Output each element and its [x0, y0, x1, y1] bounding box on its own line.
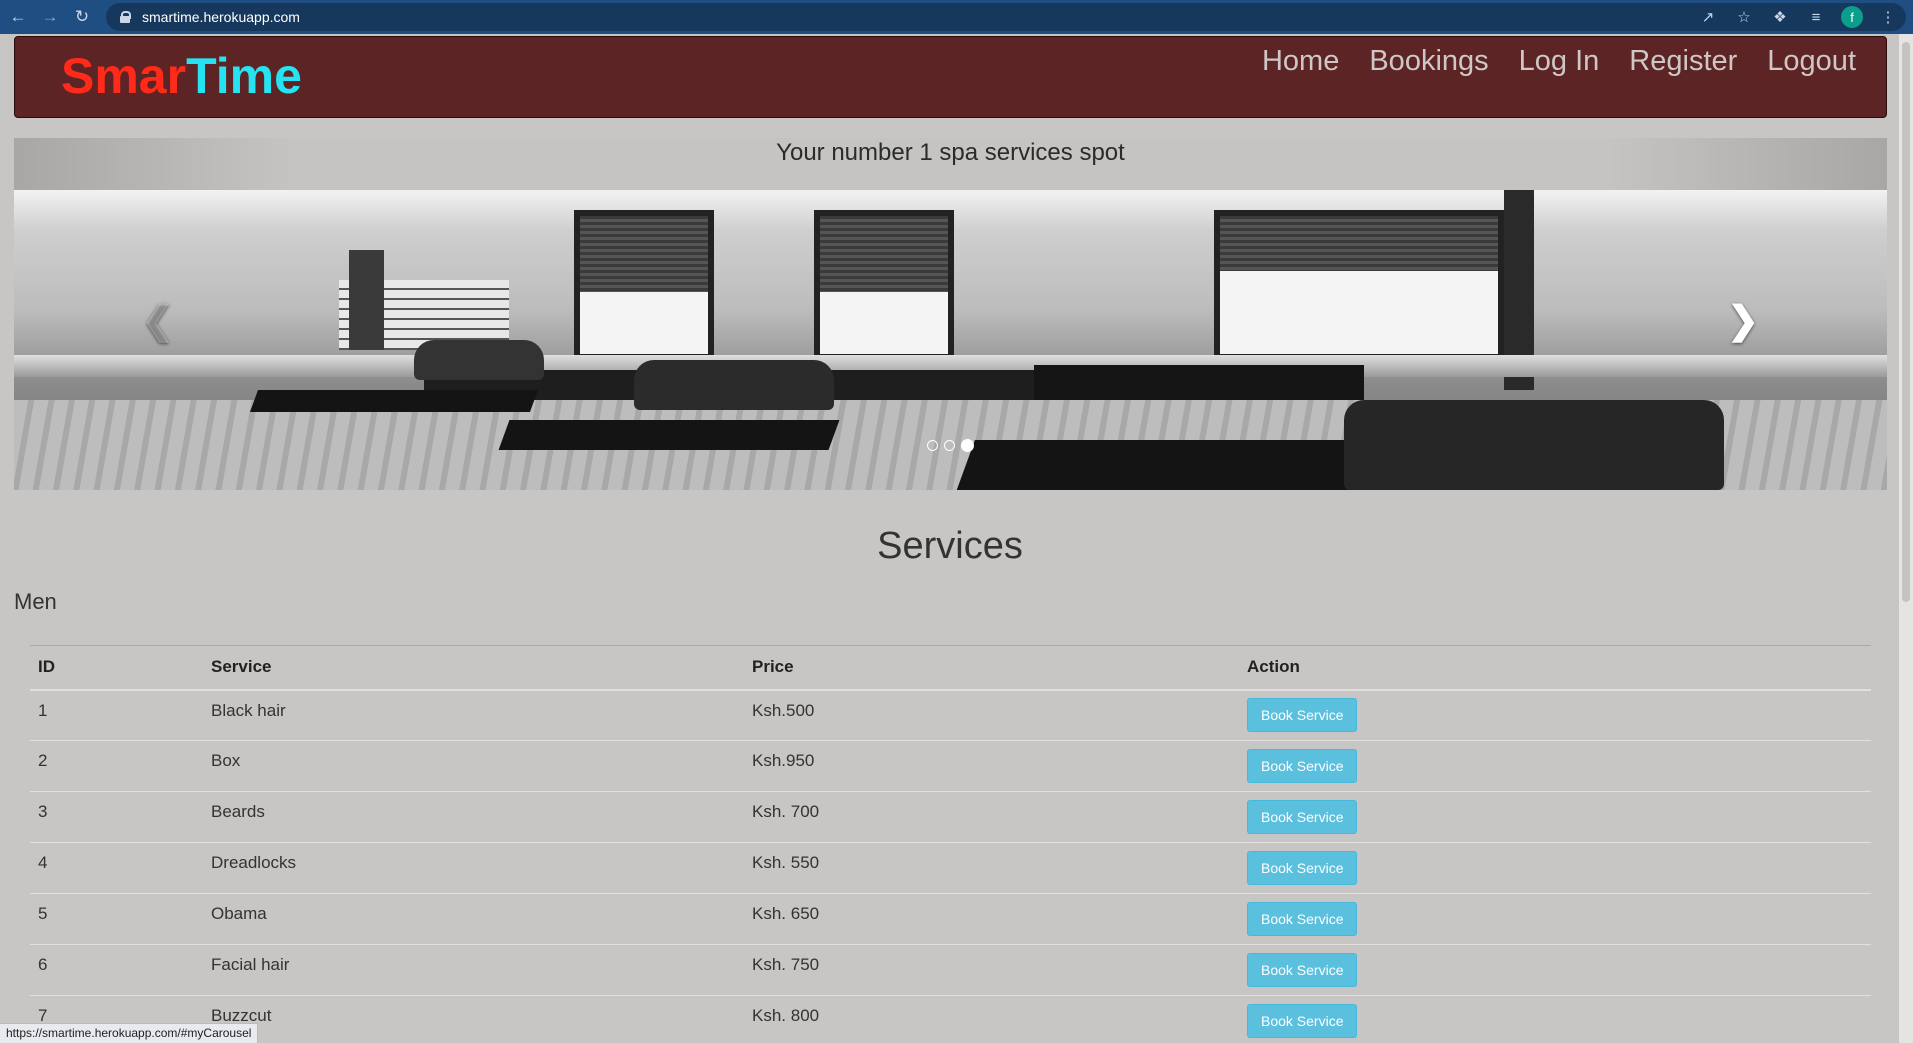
cell-service: Box [203, 740, 744, 792]
slide-chair [414, 340, 544, 380]
table-row: 5 Obama Ksh. 650 Book Service [30, 893, 1871, 945]
nav-link-bookings[interactable]: Bookings [1369, 45, 1488, 78]
carousel-prev-icon[interactable]: ❮ [142, 298, 174, 343]
address-url[interactable]: smartime.herokuapp.com [142, 9, 300, 25]
book-service-button[interactable]: Book Service [1247, 800, 1358, 834]
carousel-indicators [14, 439, 1887, 452]
lock-icon [120, 11, 131, 23]
brand-logo[interactable]: SmarTime [61, 47, 302, 105]
cell-price: Ksh.950 [744, 740, 1239, 792]
category-heading-men: Men [14, 589, 57, 614]
cell-action: Book Service [1239, 842, 1871, 894]
cell-action: Book Service [1239, 740, 1871, 792]
site-navbar: SmarTime Home Bookings Log In Register L… [14, 36, 1887, 118]
more-menu-icon[interactable]: ⋮ [1877, 6, 1899, 28]
nav-link-logout[interactable]: Logout [1767, 45, 1856, 78]
table-row: 6 Facial hair Ksh. 750 Book Service [30, 944, 1871, 996]
table-row: 4 Dreadlocks Ksh. 550 Book Service [30, 842, 1871, 894]
services-table: ID Service Price Action 1 Black hair Ksh… [30, 645, 1871, 1043]
slide-mat [249, 390, 539, 412]
brand-part-time: Time [186, 48, 302, 104]
cell-price: Ksh.500 [744, 689, 1239, 741]
book-service-button[interactable]: Book Service [1247, 851, 1358, 885]
carousel-caption-text: Your number 1 spa services spot [776, 139, 1125, 166]
cell-action: Book Service [1239, 893, 1871, 945]
slide-window [1214, 210, 1504, 360]
cell-id: 3 [30, 791, 203, 843]
book-service-button[interactable]: Book Service [1247, 698, 1358, 733]
cell-id: 6 [30, 944, 203, 996]
table-row: 3 Beards Ksh. 700 Book Service [30, 791, 1871, 843]
column-header-price: Price [744, 645, 1239, 691]
cell-price: Ksh. 750 [744, 944, 1239, 996]
carousel-next-icon[interactable]: ❯ [1727, 298, 1759, 343]
slide-door [349, 250, 384, 350]
bookmark-star-icon[interactable]: ☆ [1733, 6, 1755, 28]
cell-id: 5 [30, 893, 203, 945]
share-icon[interactable]: ↗ [1697, 6, 1719, 28]
cell-action: Book Service [1239, 995, 1871, 1043]
forward-arrow-icon[interactable]: → [36, 3, 64, 31]
profile-avatar[interactable]: f [1841, 6, 1863, 28]
table-header-row: ID Service Price Action [30, 645, 1871, 691]
table-row: 2 Box Ksh.950 Book Service [30, 740, 1871, 792]
column-header-id: ID [30, 645, 203, 691]
cell-id: 2 [30, 740, 203, 792]
cell-service: Dreadlocks [203, 842, 744, 894]
carousel-caption: Your number 1 spa services spot [14, 138, 1887, 190]
nav-link-home[interactable]: Home [1262, 45, 1339, 78]
carousel-indicator-active[interactable] [961, 439, 974, 452]
table-row: 1 Black hair Ksh.500 Book Service [30, 689, 1871, 741]
scrollbar-thumb[interactable] [1902, 42, 1910, 602]
cell-action: Book Service [1239, 689, 1871, 741]
image-carousel: Your number 1 spa services spot ❮ ❯ [14, 138, 1887, 490]
page-scrollbar[interactable] [1899, 34, 1913, 1043]
column-header-action: Action [1239, 645, 1871, 691]
cell-id: 4 [30, 842, 203, 894]
cell-service: Facial hair [203, 944, 744, 996]
reload-icon[interactable]: ↻ [68, 3, 96, 31]
reading-list-icon[interactable]: ≡ [1805, 6, 1827, 28]
cell-price: Ksh. 700 [744, 791, 1239, 843]
back-arrow-icon[interactable]: ← [4, 3, 32, 31]
book-service-button[interactable]: Book Service [1247, 749, 1358, 783]
book-service-button[interactable]: Book Service [1247, 902, 1358, 936]
status-bar-link-preview: https://smartime.herokuapp.com/#myCarous… [0, 1023, 259, 1043]
address-bar[interactable]: smartime.herokuapp.com [106, 3, 1906, 31]
carousel-indicator[interactable] [927, 440, 938, 451]
cell-service: Black hair [203, 689, 744, 741]
column-header-service: Service [203, 645, 744, 691]
cell-service: Buzzcut [203, 995, 744, 1043]
slide-chair [634, 360, 834, 410]
table-row: 7 Buzzcut Ksh. 800 Book Service [30, 995, 1871, 1043]
cell-price: Ksh. 650 [744, 893, 1239, 945]
slide-window [574, 210, 714, 360]
nav-menu: Home Bookings Log In Register Logout [1262, 45, 1856, 78]
nav-link-login[interactable]: Log In [1519, 45, 1600, 78]
slide-window [814, 210, 954, 360]
cell-service: Obama [203, 893, 744, 945]
nav-link-register[interactable]: Register [1629, 45, 1737, 78]
carousel-indicator[interactable] [944, 440, 955, 451]
brand-part-smar: Smar [61, 48, 187, 104]
book-service-button[interactable]: Book Service [1247, 1004, 1358, 1038]
cell-service: Beards [203, 791, 744, 843]
browser-toolbar: ← → ↻ smartime.herokuapp.com ↗ ☆ ❖ ≡ f ⋮ [0, 0, 1913, 34]
cell-action: Book Service [1239, 791, 1871, 843]
cell-action: Book Service [1239, 944, 1871, 996]
extensions-puzzle-icon[interactable]: ❖ [1769, 6, 1791, 28]
cell-price: Ksh. 800 [744, 995, 1239, 1043]
cell-price: Ksh. 550 [744, 842, 1239, 894]
browser-actions: ↗ ☆ ❖ ≡ f ⋮ [1697, 6, 1899, 28]
cell-id: 1 [30, 689, 203, 741]
book-service-button[interactable]: Book Service [1247, 953, 1358, 987]
services-heading: Services [877, 525, 1023, 567]
